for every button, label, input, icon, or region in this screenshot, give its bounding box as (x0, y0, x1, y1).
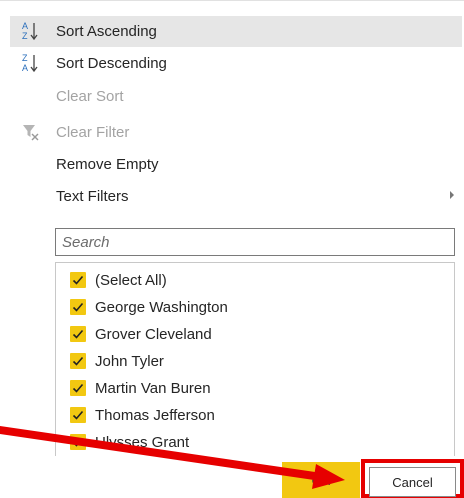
svg-text:A: A (22, 21, 28, 31)
submenu-arrow-icon (450, 191, 454, 199)
list-item[interactable]: (Select All) (70, 268, 167, 292)
list-item[interactable]: Grover Cleveland (70, 322, 212, 346)
text-filters-label: Text Filters (56, 188, 129, 205)
sort-ascending-item[interactable]: A Z Sort Ascending (10, 16, 462, 47)
checkbox-checked[interactable] (70, 272, 86, 288)
list-item-label: Grover Cleveland (95, 325, 212, 343)
list-item[interactable]: Ulysses Grant (70, 430, 189, 454)
checkbox-checked[interactable] (70, 326, 86, 342)
clear-filter-icon (22, 122, 40, 142)
sort-descending-item[interactable]: Z A Sort Descending (10, 48, 462, 79)
svg-text:A: A (22, 63, 28, 73)
list-item-label: Thomas Jefferson (95, 406, 215, 424)
sort-ascending-icon: A Z (22, 21, 40, 41)
clear-sort-label: Clear Sort (56, 88, 124, 105)
list-item-label: George Washington (95, 298, 228, 316)
list-item-label: John Tyler (95, 352, 164, 370)
svg-text:Z: Z (22, 53, 28, 63)
list-item-label: Martin Van Buren (95, 379, 211, 397)
clear-filter-label: Clear Filter (56, 124, 130, 141)
list-item-label: Ulysses Grant (95, 433, 190, 451)
top-divider (0, 0, 464, 1)
svg-text:Z: Z (22, 31, 28, 41)
checkbox-checked[interactable] (70, 299, 86, 315)
value-list: (Select All) George Washington Grover Cl… (55, 262, 455, 456)
ok-button[interactable]: OK (282, 462, 360, 498)
checkbox-checked[interactable] (70, 407, 86, 423)
sort-descending-icon: Z A (22, 53, 40, 73)
clear-sort-item: Clear Sort (10, 81, 462, 112)
search-input[interactable] (62, 230, 442, 254)
filter-dropdown-panel: A Z Sort Ascending Z A Sort Descending C… (0, 0, 464, 498)
search-box[interactable] (55, 228, 455, 256)
text-filters-item[interactable]: Text Filters (10, 181, 462, 212)
list-item[interactable]: John Tyler (70, 349, 164, 373)
list-item[interactable]: Martin Van Buren (70, 376, 211, 400)
list-item[interactable]: George Washington (70, 295, 228, 319)
list-item-label: (Select All) (95, 271, 167, 289)
checkbox-checked[interactable] (70, 353, 86, 369)
sort-ascending-label: Sort Ascending (56, 23, 157, 40)
list-item[interactable]: Thomas Jefferson (70, 403, 215, 427)
remove-empty-item[interactable]: Remove Empty (10, 149, 462, 180)
clear-filter-item: Clear Filter (10, 117, 462, 148)
checkbox-checked[interactable] (70, 380, 86, 396)
cancel-button[interactable]: Cancel (369, 467, 456, 497)
sort-descending-label: Sort Descending (56, 55, 167, 72)
checkbox-checked[interactable] (70, 434, 86, 450)
remove-empty-label: Remove Empty (56, 156, 159, 173)
